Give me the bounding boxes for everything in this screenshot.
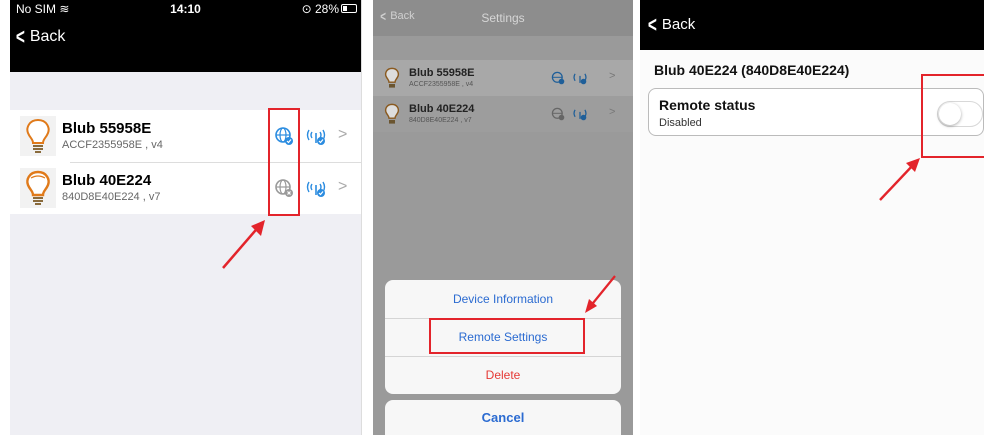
remote-signal-icon[interactable] [304, 124, 328, 148]
page-title: Settings [481, 11, 525, 25]
remote-signal-icon[interactable] [571, 69, 589, 87]
cancel-sheet: Cancel [385, 400, 621, 435]
device-list: Blub 55958E ACCF2355958E , v4 > Blub 40E… [373, 60, 633, 132]
cloud-connected-icon[interactable] [549, 69, 567, 87]
page-title: Settings [153, 30, 218, 47]
device-subtitle: 840D8E40E224 , v7 [62, 191, 161, 203]
device-subtitle: ACCF2355958E , v4 [409, 81, 474, 88]
device-name: Blub 40E224 [62, 172, 152, 189]
settings-screen: No SIM ≋ 14:10 ⊙ 28% < Back Settings Blu… [10, 0, 362, 435]
device-row[interactable]: Blub 40E224 840D8E40E224 , v7 > [10, 162, 361, 214]
tutorial-composite: No SIM ≋ 14:10 ⊙ 28% < Back Settings Blu… [0, 0, 984, 435]
device-row[interactable]: Blub 40E224 840D8E40E224 , v7 > [373, 96, 633, 132]
pointer-arrow-icon [585, 275, 616, 313]
remote-status-value: Disabled [659, 117, 702, 129]
remote-signal-icon[interactable] [571, 105, 589, 123]
delete-option[interactable]: Delete [385, 356, 621, 394]
chevron-right-icon: > [609, 70, 616, 82]
chevron-right-icon: > [609, 106, 616, 118]
status-bar: No SIM ≋ 14:10 ⊙ 28% [10, 0, 361, 18]
device-name: Blub 55958E [409, 67, 475, 79]
highlight-box [921, 74, 984, 158]
chevron-right-icon: > [338, 126, 348, 143]
cloud-disconnected-icon[interactable] [549, 105, 567, 123]
device-name: Blub 55958E [62, 120, 152, 137]
pointer-arrow-icon [879, 158, 920, 201]
bulb-icon [20, 116, 56, 156]
battery-text: ⊙ 28% [301, 2, 339, 16]
remote-status-label: Remote status [659, 97, 756, 113]
action-sheet-screen: < Back Settings Blub 55958E ACCF2355958E… [373, 0, 633, 435]
device-name: Blub 40E224 [409, 103, 475, 115]
bulb-icon [384, 67, 400, 88]
bulb-icon [384, 103, 400, 124]
highlight-box [268, 108, 300, 216]
pointer-arrow-icon [222, 220, 265, 269]
chevron-right-icon: > [338, 178, 348, 195]
bulb-icon [20, 168, 56, 208]
device-row[interactable]: Blub 55958E ACCF2355958E , v4 > [373, 60, 633, 96]
cancel-button[interactable]: Cancel [385, 400, 621, 435]
remote-setting-screen: < Back Remote setting Blub 40E224 (840D8… [640, 0, 984, 435]
device-subtitle: ACCF2355958E , v4 [62, 139, 163, 151]
device-list: Blub 55958E ACCF2355958E , v4 > Blub 40E… [10, 110, 361, 214]
device-subtitle: 840D8E40E224 , v7 [409, 117, 472, 124]
remote-signal-icon[interactable] [304, 176, 328, 200]
battery-icon [341, 4, 357, 13]
page-title: Remote setting [757, 18, 867, 35]
highlight-box [429, 318, 585, 354]
device-row[interactable]: Blub 55958E ACCF2355958E , v4 > [10, 110, 361, 162]
rotation-lock-icon: ⊙ [301, 2, 312, 16]
device-title: Blub 40E224 (840D8E40E224) [654, 62, 850, 78]
